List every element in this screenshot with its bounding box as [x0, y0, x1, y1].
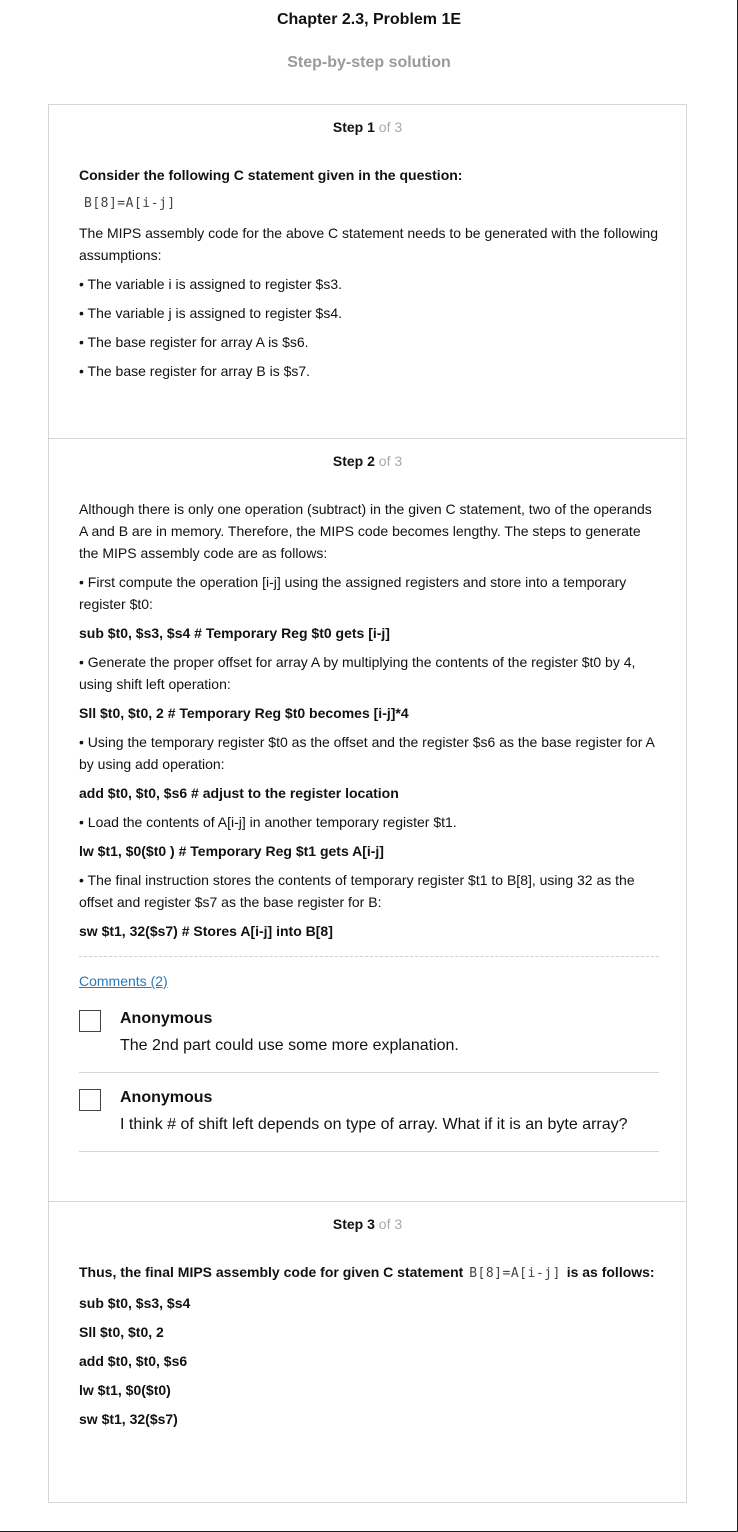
step-2-number: 2 [367, 453, 375, 469]
mips-instruction: add $t0, $t0, $s6 # adjust to the regist… [79, 785, 399, 801]
c-statement-code: B[8]=A[i-j] [84, 196, 176, 211]
comment-item: Anonymous The 2nd part could use some mo… [79, 1008, 659, 1073]
step-1-number: 1 [367, 119, 375, 135]
step-2-bullet: • First compute the operation [i-j] usin… [79, 574, 627, 612]
solution-card: Step 1 of 3 Consider the following C sta… [48, 104, 687, 1503]
step-1: Step 1 of 3 Consider the following C sta… [49, 105, 686, 438]
comment-item: Anonymous I think # of shift left depend… [79, 1087, 659, 1152]
step-1-header: Step 1 of 3 [332, 119, 403, 135]
step-1-intro: Consider the following C statement given… [79, 167, 463, 183]
page-subtitle: Step-by-step solution [287, 54, 451, 71]
final-code-line: sw $t1, 32($s7) [79, 1411, 178, 1427]
comment-text: I think # of shift left depends on type … [120, 1116, 628, 1133]
step-2: Step 2 of 3 Although there is only one o… [49, 438, 686, 1201]
mips-instruction: sw $t1, 32($s7) # Stores A[i-j] into B[8… [79, 923, 333, 939]
final-code-line: Sll $t0, $t0, 2 [79, 1324, 164, 1340]
final-code-line: sub $t0, $s3, $s4 [79, 1295, 191, 1311]
step-3: Step 3 of 3 Thus, the final MIPS assembl… [49, 1201, 686, 1502]
avatar [79, 1010, 101, 1032]
final-code-line: lw $t1, $0($t0) [79, 1382, 171, 1398]
step-2-intro: Although there is only one operation (su… [79, 501, 652, 561]
comment-author: Anonymous [120, 1089, 213, 1106]
step-2-bullet: • Load the contents of A[i-j] in another… [79, 814, 457, 830]
assumption-item: • The base register for array A is $s6. [79, 334, 309, 350]
step-3-header: Step 3 of 3 [332, 1216, 403, 1232]
step-2-bullet: • The final instruction stores the conte… [79, 872, 635, 910]
mips-instruction: lw $t1, $0($t0 ) # Temporary Reg $t1 get… [79, 843, 384, 859]
mips-instruction: Sll $t0, $t0, 2 # Temporary Reg $t0 beco… [79, 705, 409, 721]
comment-text: The 2nd part could use some more explana… [120, 1037, 459, 1054]
final-code-line: add $t0, $t0, $s6 [79, 1353, 188, 1369]
step-3-body: Thus, the final MIPS assembly code for g… [79, 1261, 659, 1437]
assumption-item: • The variable i is assigned to register… [79, 276, 342, 292]
step-3-number: 3 [367, 1216, 375, 1232]
mips-instruction: sub $t0, $s3, $s4 # Temporary Reg $t0 ge… [79, 625, 390, 641]
assumption-item: • The variable j is assigned to register… [79, 305, 342, 321]
step-2-body: Although there is only one operation (su… [79, 498, 659, 1166]
c-statement-code: B[8]=A[i-j] [469, 1266, 561, 1281]
step-3-intro: Thus, the final MIPS assembly code for g… [79, 1264, 655, 1281]
avatar [79, 1089, 101, 1111]
step-1-body: Consider the following C statement given… [79, 164, 659, 389]
comments-divider [79, 956, 659, 957]
step-2-bullet: • Using the temporary register $t0 as th… [79, 734, 655, 772]
comments-link[interactable]: Comments (2) [79, 973, 168, 989]
step-2-bullet: • Generate the proper offset for array A… [79, 654, 636, 692]
comment-author: Anonymous [120, 1010, 213, 1027]
page-title: Chapter 2.3, Problem 1E [276, 11, 462, 28]
assumption-item: • The base register for array B is $s7. [79, 363, 311, 379]
step-2-header: Step 2 of 3 [332, 453, 403, 469]
step-1-text: The MIPS assembly code for the above C s… [79, 225, 658, 263]
